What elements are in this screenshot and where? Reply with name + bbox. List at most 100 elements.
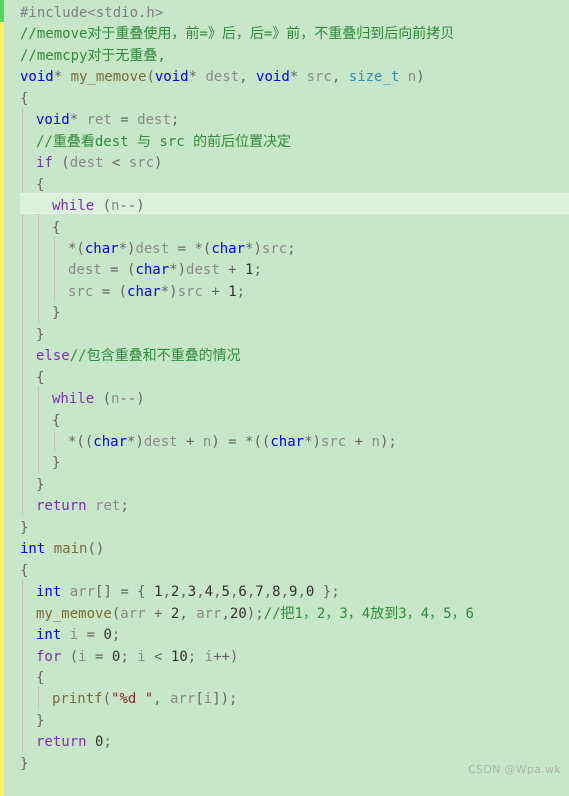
code-token: void <box>20 69 54 86</box>
code-token: *( <box>68 240 85 257</box>
code-line[interactable]: { <box>52 409 60 434</box>
code-line[interactable]: while (n--) <box>52 387 145 412</box>
code-line[interactable]: int main() <box>20 537 104 562</box>
code-token: #include<stdio.h> <box>20 5 164 21</box>
code-line[interactable]: *((char*)dest + n) = *((char*)src + n); <box>68 430 397 455</box>
code-token: = ( <box>93 283 128 300</box>
code-line[interactable]: } <box>20 752 28 777</box>
code-token: { <box>52 219 61 236</box>
code-token: , <box>221 605 230 622</box>
code-token: ret <box>95 498 121 515</box>
code-line[interactable]: } <box>52 451 60 476</box>
code-line[interactable]: void* my_memove(void* dest, void* src, s… <box>20 65 425 90</box>
code-token: ); <box>246 605 264 622</box>
code-token: } <box>36 326 45 343</box>
code-token: my_memove <box>70 69 147 86</box>
code-token: *) <box>118 240 136 257</box>
code-token: ++) <box>213 648 239 665</box>
code-token: i <box>78 648 87 665</box>
code-token: ( <box>146 69 155 86</box>
code-token: + <box>346 434 372 450</box>
code-editor-window[interactable]: #include<stdio.h> //memove对于重叠使用，前=》后，后=》… <box>0 0 569 796</box>
code-line[interactable]: printf("%d ", arr[i]); <box>52 687 238 712</box>
code-token: 7 <box>255 584 264 601</box>
code-token: 5 <box>221 584 230 601</box>
code-token: ; <box>120 648 138 665</box>
code-token: dest <box>69 155 104 172</box>
code-token: dest <box>205 69 240 86</box>
code-token: , <box>179 605 197 622</box>
code-line[interactable]: { <box>20 87 28 112</box>
code-line[interactable]: for (i = 0; i < 10; i++) <box>36 645 238 670</box>
code-token: void <box>154 69 189 86</box>
code-token: { <box>36 669 45 686</box>
code-token: ( <box>102 691 112 708</box>
code-token: arr <box>196 605 222 622</box>
code-token: + <box>202 283 229 300</box>
code-token: 4 <box>204 584 214 601</box>
code-line[interactable]: } <box>52 301 60 326</box>
code-token: if <box>36 155 53 172</box>
code-token: //重叠看dest 与 src 的前后位置决定 <box>36 133 292 150</box>
code-token: *) <box>127 434 144 450</box>
code-token: ; <box>103 734 112 751</box>
code-token: , <box>297 584 306 601</box>
code-token: ) = *(( <box>211 434 271 450</box>
code-token: { <box>20 562 29 579</box>
code-token: *) <box>169 262 187 279</box>
code-token: , <box>179 584 188 601</box>
code-token: i <box>137 648 146 665</box>
code-token: my_memove <box>36 605 112 622</box>
change-bar-unsaved <box>0 22 4 796</box>
code-token: ]); <box>212 691 238 708</box>
code-token: , <box>263 584 273 601</box>
code-token: i <box>69 627 79 644</box>
code-token: }; <box>314 584 340 601</box>
code-token: 1 <box>228 283 237 300</box>
code-token: src <box>261 240 288 257</box>
code-token: i <box>203 691 213 708</box>
code-token: * <box>53 69 71 86</box>
code-token: ); <box>379 434 397 450</box>
code-line[interactable]: { <box>52 216 60 241</box>
code-token: , <box>196 584 205 601</box>
code-line[interactable]: while (n--) <box>52 194 145 219</box>
code-token: main <box>53 541 88 558</box>
code-line[interactable]: return ret; <box>36 494 129 519</box>
code-token: dest <box>137 112 171 129</box>
code-line[interactable]: { <box>36 366 44 391</box>
code-token: ; <box>287 240 296 257</box>
code-line[interactable]: src = (char*)src + 1; <box>68 280 245 305</box>
code-line[interactable]: return 0; <box>36 730 112 755</box>
code-token: ret <box>86 112 112 129</box>
code-line[interactable]: { <box>20 559 28 584</box>
code-token: { <box>52 412 61 429</box>
code-token: --) <box>119 198 145 215</box>
code-line[interactable]: { <box>36 173 44 198</box>
code-line[interactable]: else//包含重叠和不重叠的情况 <box>36 344 241 369</box>
code-token: while <box>52 391 95 408</box>
code-token: "%d " <box>111 691 154 708</box>
editor-gutter[interactable] <box>0 0 20 796</box>
code-line[interactable]: { <box>36 666 44 691</box>
code-token: dest <box>135 240 170 257</box>
code-token: ( <box>94 198 112 215</box>
code-token: * <box>188 69 206 86</box>
code-token: 6 <box>238 584 247 601</box>
code-token: *(( <box>68 434 94 450</box>
code-token: int <box>20 541 46 558</box>
code-token: n <box>407 69 417 86</box>
code-token: ) <box>416 69 425 86</box>
code-token: printf <box>52 691 103 708</box>
code-token: char <box>84 240 119 257</box>
code-token: //memcpy对于无重叠, <box>20 47 166 64</box>
code-token: int <box>36 627 62 644</box>
code-line[interactable]: if (dest < src) <box>36 151 162 176</box>
code-token: dest <box>68 262 102 279</box>
code-token: src <box>306 69 332 86</box>
code-token: { <box>20 90 29 107</box>
code-token: return <box>36 734 87 751</box>
